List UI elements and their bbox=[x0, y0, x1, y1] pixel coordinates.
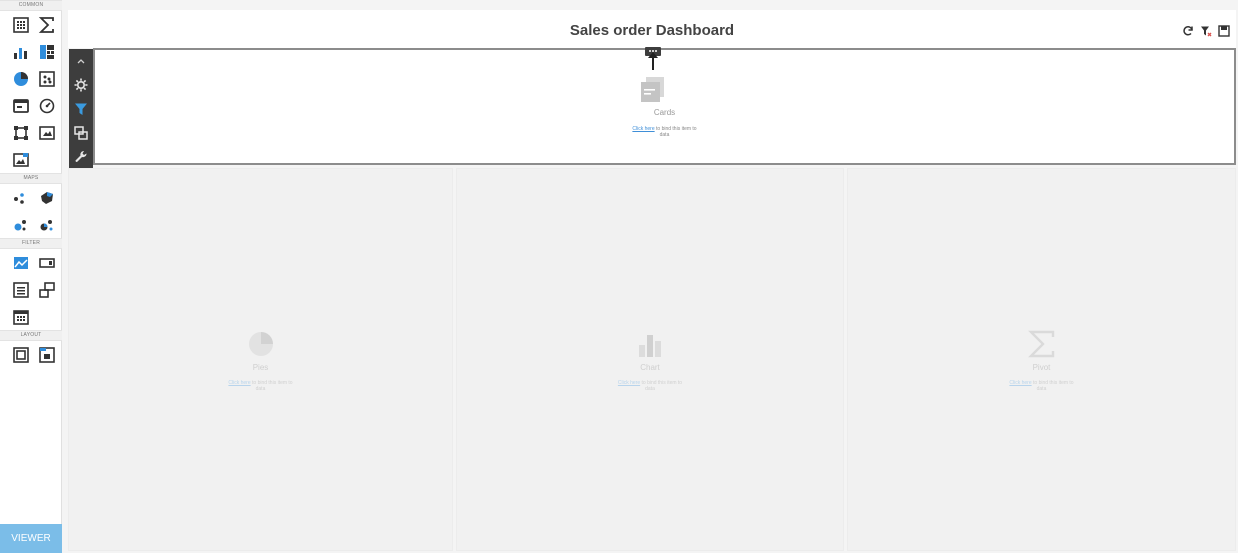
arrow-up-icon bbox=[648, 52, 658, 70]
list-box-icon[interactable] bbox=[10, 279, 32, 301]
toolbox: COMMON MAPS FILTER LAYOUT VIEWER bbox=[0, 0, 62, 553]
text-image-icon[interactable] bbox=[10, 149, 32, 171]
date-filter-icon[interactable] bbox=[10, 306, 32, 328]
bind-data-hint: Click here to bind this item to data bbox=[617, 380, 683, 392]
collapse-icon[interactable] bbox=[69, 49, 93, 73]
settings-gear-icon[interactable] bbox=[69, 73, 93, 97]
combo-box-icon[interactable] bbox=[36, 252, 58, 274]
page-title: Sales order Dashboard bbox=[569, 22, 735, 39]
clear-filter-icon[interactable] bbox=[1200, 25, 1212, 37]
treemap-icon[interactable] bbox=[36, 41, 58, 63]
cards-widget[interactable]: Cards Click here to bind this item to da… bbox=[93, 47, 1236, 165]
viewer-button[interactable]: VIEWER bbox=[0, 524, 62, 553]
widget-name: Cards bbox=[653, 108, 676, 117]
geo-point-map-icon[interactable] bbox=[10, 187, 32, 209]
pivot-widget[interactable]: Pivot Click here to bind this item to da… bbox=[847, 168, 1236, 551]
bind-data-hint: Click here to bind this item to data bbox=[632, 126, 697, 138]
wrench-icon[interactable] bbox=[69, 145, 93, 169]
pie-chart-placeholder-icon bbox=[248, 332, 273, 356]
bind-data-hint: Click here to bind this item to data bbox=[1009, 380, 1074, 392]
bind-data-link[interactable]: Click here bbox=[228, 380, 250, 386]
range-filter-icon[interactable] bbox=[10, 252, 32, 274]
bubble-map-icon[interactable] bbox=[10, 214, 32, 236]
widget-name: Pivot bbox=[1032, 363, 1051, 372]
toolbox-section-common: COMMON bbox=[0, 0, 62, 11]
card-icon[interactable] bbox=[10, 95, 32, 117]
bind-data-hint: Click here to bind this item to data bbox=[228, 380, 293, 392]
toolbox-section-layout: LAYOUT bbox=[0, 330, 62, 341]
save-icon[interactable] bbox=[1218, 25, 1230, 37]
pies-widget[interactable]: Pies Click here to bind this item to dat… bbox=[68, 168, 453, 551]
pie-map-icon[interactable] bbox=[36, 214, 58, 236]
toolbox-section-maps: MAPS bbox=[0, 173, 62, 184]
choropleth-map-icon[interactable] bbox=[36, 187, 58, 209]
cards-placeholder-icon bbox=[641, 77, 664, 102]
dashboard-header: Sales order Dashboard bbox=[68, 10, 1236, 48]
grid-icon[interactable] bbox=[10, 14, 32, 36]
tree-view-icon[interactable] bbox=[36, 279, 58, 301]
image-icon[interactable] bbox=[36, 122, 58, 144]
gauge-icon[interactable] bbox=[36, 95, 58, 117]
refresh-icon[interactable] bbox=[1182, 25, 1194, 37]
widget-name: Chart bbox=[640, 363, 660, 372]
bind-data-link[interactable]: Click here bbox=[1009, 380, 1031, 386]
pivot-sigma-icon[interactable] bbox=[36, 14, 58, 36]
sigma-placeholder-icon bbox=[1027, 330, 1054, 358]
filter-icon[interactable] bbox=[69, 97, 93, 121]
bar-chart-icon[interactable] bbox=[10, 41, 32, 63]
bound-image-icon[interactable] bbox=[10, 122, 32, 144]
bind-data-link[interactable]: Click here bbox=[618, 380, 640, 386]
pie-chart-icon[interactable] bbox=[10, 68, 32, 90]
tab-container-icon[interactable] bbox=[36, 344, 58, 366]
bind-data-link[interactable]: Click here bbox=[632, 126, 654, 132]
link-widgets-icon[interactable] bbox=[69, 121, 93, 145]
toolbox-section-filter: FILTER bbox=[0, 238, 62, 249]
scatter-chart-icon[interactable] bbox=[36, 68, 58, 90]
widget-name: Pies bbox=[252, 363, 269, 372]
bar-chart-placeholder-icon bbox=[639, 335, 661, 357]
dashboard-designer: COMMON MAPS FILTER LAYOUT VIEWER Sales o… bbox=[0, 0, 1238, 553]
group-icon[interactable] bbox=[10, 344, 32, 366]
chart-widget[interactable]: Chart Click here to bind this item to da… bbox=[456, 168, 844, 551]
